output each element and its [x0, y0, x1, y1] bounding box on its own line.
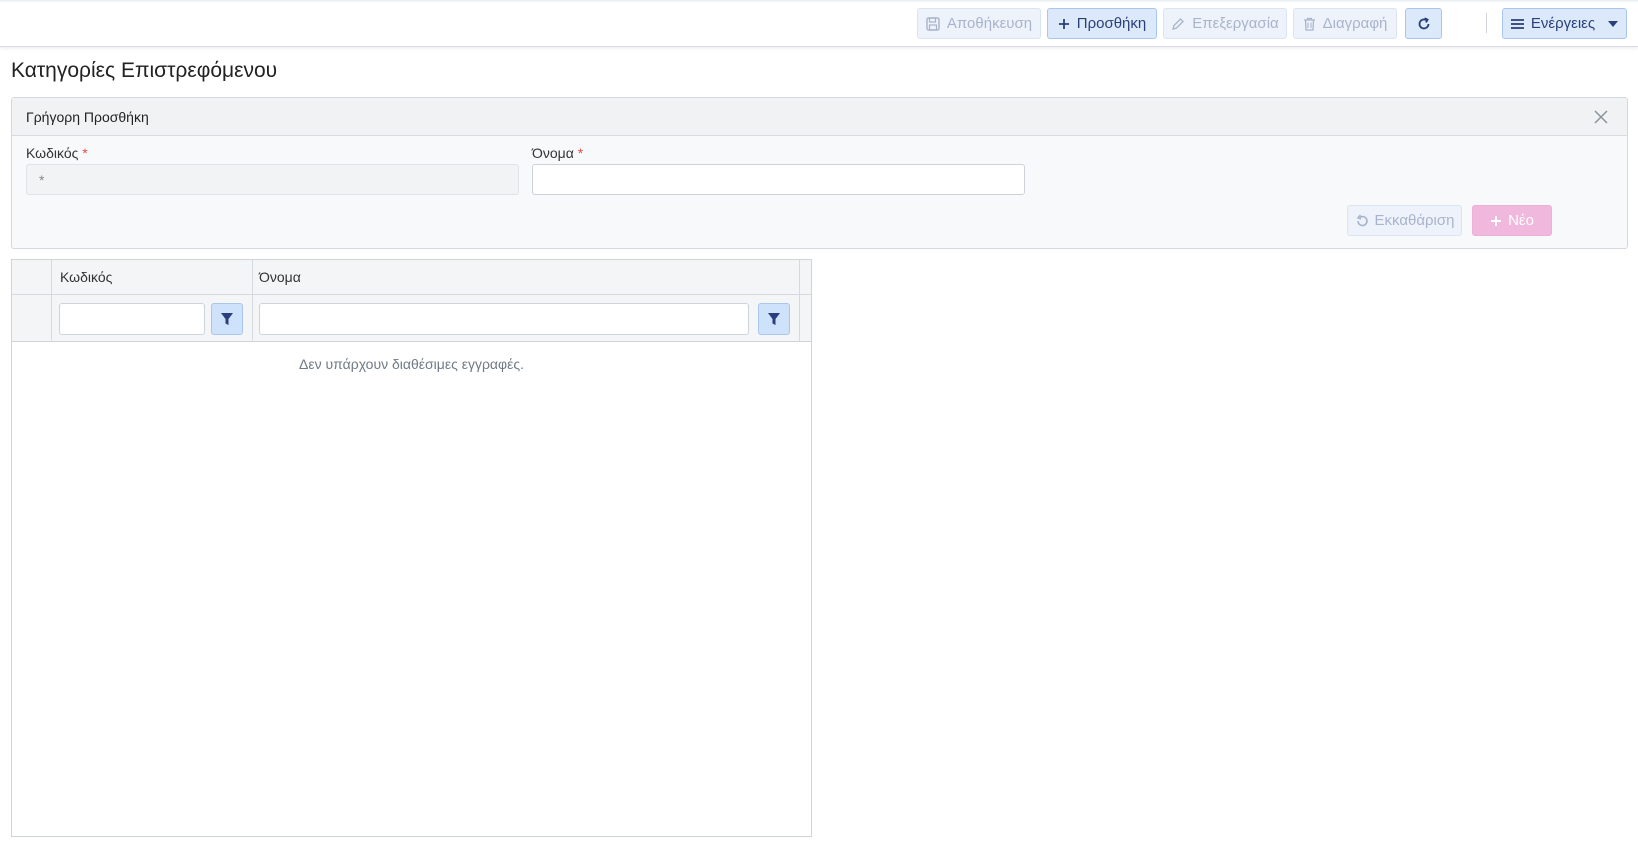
- add-button[interactable]: Προσθήκη: [1047, 8, 1157, 39]
- caret-down-icon: [1608, 20, 1619, 27]
- name-input[interactable]: [532, 164, 1025, 195]
- name-label: Όνομα *: [532, 145, 583, 161]
- column-header-code[interactable]: Κωδικός: [60, 269, 112, 285]
- filter-icon: [221, 312, 233, 325]
- code-label: Κωδικός *: [26, 145, 88, 161]
- save-icon: [926, 16, 940, 31]
- quick-add-header: Γρήγορη Προσθήκη: [12, 98, 1627, 136]
- delete-button[interactable]: Διαγραφή: [1293, 8, 1397, 39]
- code-filter-button[interactable]: [211, 303, 243, 335]
- empty-records-message: Δεν υπάρχουν διαθέσιμες εγγραφές.: [299, 356, 524, 372]
- column-divider: [252, 260, 253, 295]
- column-divider: [51, 260, 52, 295]
- required-marker: *: [577, 145, 584, 161]
- actions-dropdown[interactable]: Ενέργειες: [1502, 8, 1627, 39]
- name-filter-input[interactable]: [259, 303, 749, 335]
- code-input[interactable]: [26, 164, 519, 195]
- code-filter-input[interactable]: [59, 303, 205, 335]
- pencil-icon: [1172, 17, 1185, 30]
- name-label-text: Όνομα: [532, 145, 574, 161]
- column-header-name[interactable]: Όνομα: [259, 269, 301, 285]
- new-button-label: Νέο: [1508, 212, 1534, 229]
- name-filter-button[interactable]: [758, 303, 790, 335]
- code-label-text: Κωδικός: [26, 145, 79, 161]
- add-button-label: Προσθήκη: [1076, 15, 1147, 32]
- close-icon[interactable]: [1593, 109, 1609, 125]
- grid-header-row: Κωδικός Όνομα: [12, 260, 811, 295]
- undo-icon: [1356, 213, 1368, 226]
- toolbar-divider: [1486, 13, 1487, 33]
- save-button[interactable]: Αποθήκευση: [917, 8, 1041, 39]
- column-divider: [799, 260, 800, 295]
- clear-button-label: Εκκαθάριση: [1374, 212, 1455, 229]
- trash-icon: [1303, 17, 1315, 31]
- column-divider: [252, 295, 253, 342]
- save-button-label: Αποθήκευση: [946, 15, 1033, 32]
- delete-button-label: Διαγραφή: [1322, 15, 1388, 32]
- plus-icon: [1058, 18, 1069, 29]
- grid-filter-row: [12, 295, 811, 342]
- filter-icon: [768, 312, 780, 325]
- refresh-icon: [1418, 16, 1429, 29]
- quick-add-title: Γρήγορη Προσθήκη: [26, 109, 149, 125]
- clear-button[interactable]: Εκκαθάριση: [1347, 205, 1462, 236]
- plus-icon: [1491, 215, 1502, 226]
- top-toolbar: Αποθήκευση Προσθήκη Επεξεργασία Διαγραφή…: [0, 0, 1638, 47]
- page-title: Κατηγορίες Επιστρεφόμενου: [11, 59, 278, 82]
- required-marker: *: [82, 145, 88, 161]
- quick-add-panel: Γρήγορη Προσθήκη Κωδικός * Όνομα * Εκκαθ…: [11, 97, 1628, 249]
- column-divider: [51, 295, 52, 342]
- actions-label: Ενέργειες: [1530, 15, 1596, 32]
- edit-button[interactable]: Επεξεργασία: [1163, 8, 1287, 39]
- edit-button-label: Επεξεργασία: [1192, 15, 1279, 32]
- new-button[interactable]: Νέο: [1472, 205, 1552, 236]
- records-grid: Κωδικός Όνομα Δεν υπάρχουν διαθέσιμες εγ…: [11, 259, 812, 837]
- menu-icon: [1510, 18, 1524, 29]
- refresh-button[interactable]: [1405, 8, 1442, 39]
- column-divider: [799, 295, 800, 342]
